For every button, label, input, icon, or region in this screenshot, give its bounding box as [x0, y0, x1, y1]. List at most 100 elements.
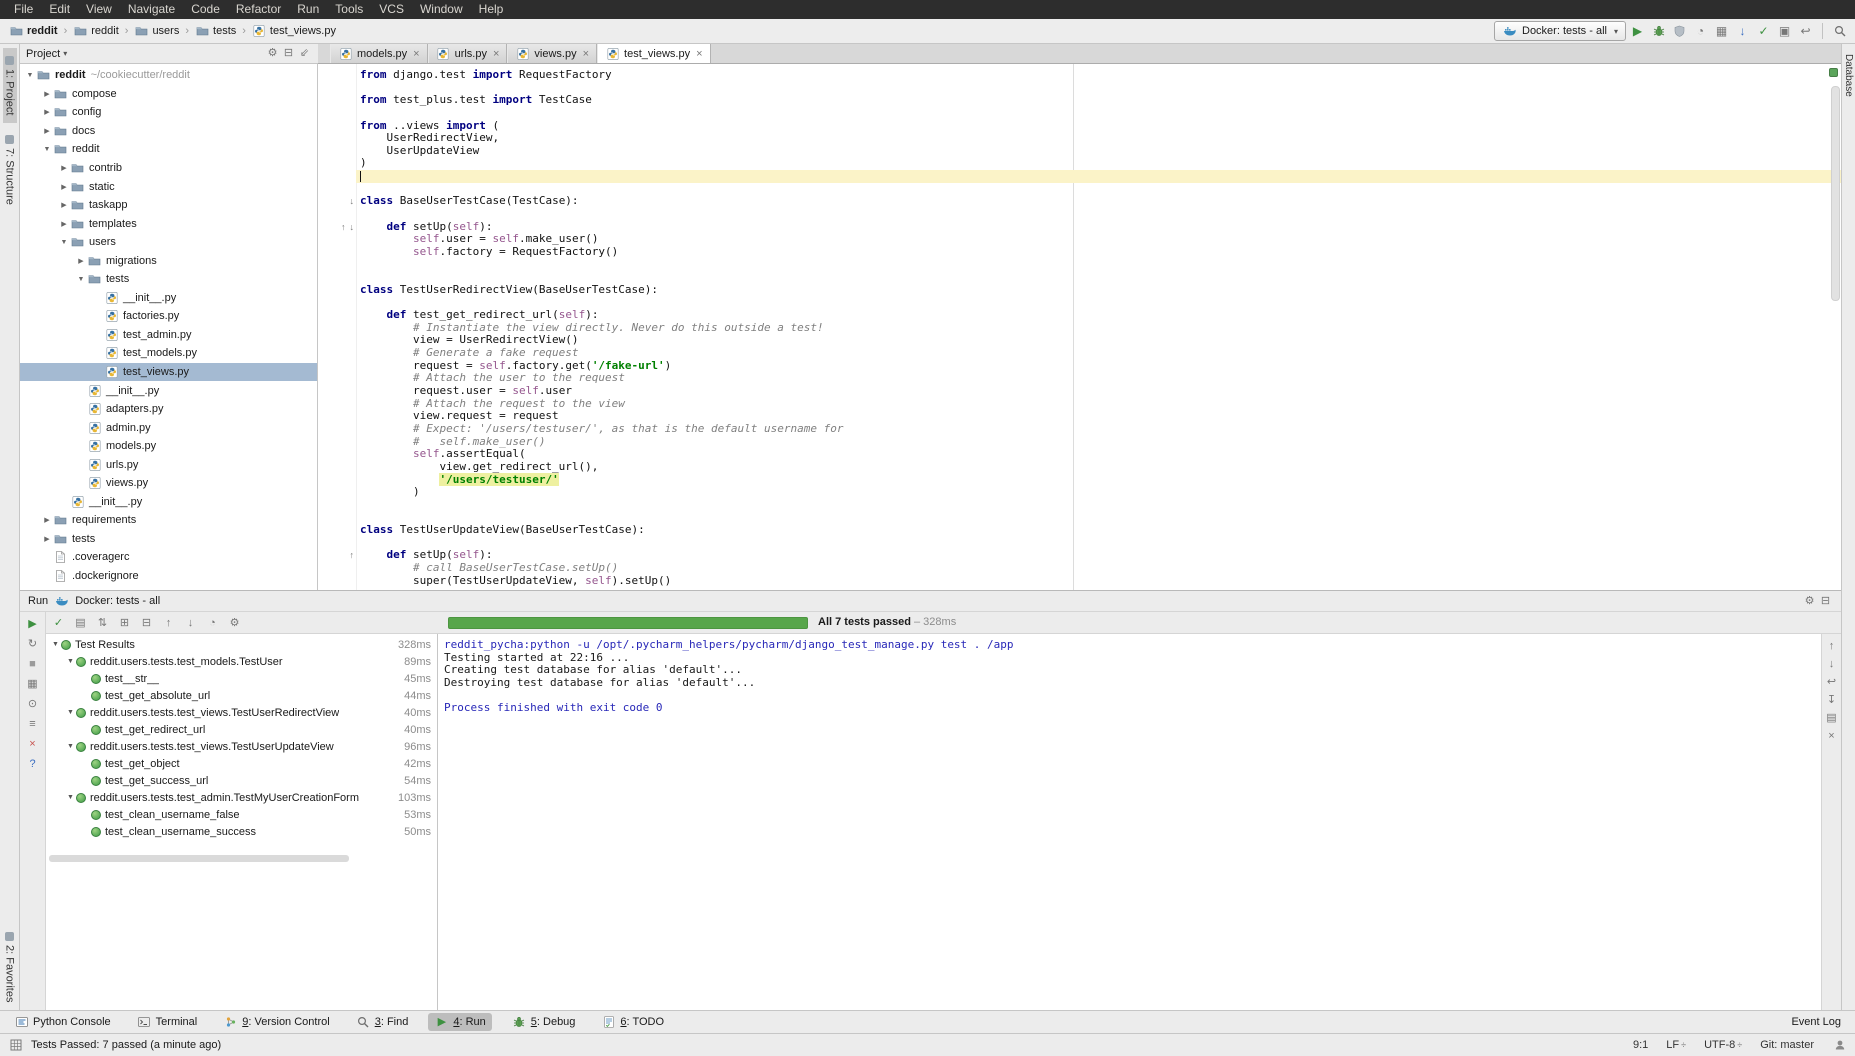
breadcrumb-item-reddit[interactable]: reddit	[70, 23, 122, 39]
hide-panel-icon[interactable]: ⊟	[1818, 594, 1833, 608]
toolwindow-button-python-console[interactable]: Python Console	[8, 1013, 117, 1031]
toolwindow-button-debug[interactable]: 5: Debug	[506, 1013, 582, 1031]
profile-button[interactable]: ◔	[1691, 22, 1710, 40]
code-line-34[interactable]: )	[318, 486, 1841, 499]
test-tree-item-TestResults[interactable]: ▼Test Results328ms	[46, 636, 437, 653]
tree-expanded-arrow[interactable]: ▼	[24, 72, 36, 79]
editor-tab-models.py[interactable]: models.py×	[330, 44, 428, 63]
project-tree-item-reddit[interactable]: ▼reddit~/cookiecutter/reddit	[20, 66, 317, 85]
project-tree-item-factories.py[interactable]: factories.py	[20, 307, 317, 326]
test-history-icon[interactable]: ◔	[202, 614, 223, 632]
tree-expanded-arrow[interactable]: ▼	[50, 641, 61, 648]
editor-tab-test_views.py[interactable]: test_views.py×	[597, 44, 710, 63]
tree-expanded-arrow[interactable]: ▼	[65, 794, 76, 801]
test-tree-item-test__str__[interactable]: test__str__45ms	[46, 670, 437, 687]
menu-window[interactable]: Window	[412, 0, 471, 19]
print-icon[interactable]: ▤	[1823, 710, 1840, 726]
test-tree-item-test_clean_username_false[interactable]: test_clean_username_false53ms	[46, 806, 437, 823]
code-line-4[interactable]	[318, 107, 1841, 120]
tab-close-icon[interactable]: ×	[696, 48, 702, 60]
menu-run[interactable]: Run	[289, 0, 327, 19]
toolwindow-stripe-favorites[interactable]: 2: Favorites	[3, 924, 17, 1010]
tab-close-icon[interactable]: ×	[493, 48, 499, 60]
test-tree-item-reddit.users.tests.test_admin.TestMyUserCreationForm[interactable]: ▼reddit.users.tests.test_admin.TestMyUse…	[46, 789, 437, 806]
tree-collapsed-arrow[interactable]: ▶	[41, 108, 53, 116]
rerun-tests-icon[interactable]: ▶	[23, 615, 43, 634]
project-tree-item-docs[interactable]: ▶docs	[20, 122, 317, 141]
run-console[interactable]: reddit_pycha:python -u /opt/.pycharm_hel…	[438, 634, 1821, 1010]
rerun-failed-tests-icon[interactable]: ↻	[23, 635, 43, 654]
code-line-8[interactable]: )	[318, 157, 1841, 170]
menu-navigate[interactable]: Navigate	[120, 0, 183, 19]
toolwindow-stripe-structure[interactable]: 7: Structure	[3, 127, 17, 213]
scroll-up-icon[interactable]: ↑	[1823, 638, 1840, 654]
project-tree-item-__init__.py[interactable]: __init__.py	[20, 289, 317, 308]
overrides-marker-icon[interactable]: ↑	[341, 222, 346, 232]
tree-expanded-arrow[interactable]: ▼	[65, 709, 76, 716]
tree-expanded-arrow[interactable]: ▼	[65, 658, 76, 665]
scroll-to-trace-icon[interactable]: ≡	[23, 715, 43, 734]
restore-layout-icon[interactable]: ▦	[23, 675, 43, 694]
code-line-1[interactable]: from django.test import RequestFactory	[318, 69, 1841, 82]
tree-horizontal-scrollbar[interactable]	[49, 855, 349, 862]
tab-close-icon[interactable]: ×	[413, 48, 419, 60]
settings-gear-icon[interactable]: ⚙	[1802, 594, 1817, 608]
project-tree-item-static[interactable]: ▶static	[20, 177, 317, 196]
code-line-41[interactable]: super(TestUserUpdateView, self).setUp()	[318, 575, 1841, 588]
tree-collapsed-arrow[interactable]: ▶	[75, 257, 87, 265]
test-tree-item-reddit.users.tests.test_views.TestUserRedirectView[interactable]: ▼reddit.users.tests.test_views.TestUserR…	[46, 704, 437, 721]
encoding-widget[interactable]: UTF-8	[1704, 1039, 1742, 1051]
vcs-commit-button[interactable]: ✓	[1754, 22, 1773, 40]
tree-expanded-arrow[interactable]: ▼	[65, 743, 76, 750]
project-panel-title[interactable]: Project	[26, 48, 60, 60]
code-line-38[interactable]	[318, 537, 1841, 550]
scroll-to-end-icon[interactable]: ↧	[1823, 692, 1840, 708]
test-tree-item-test_get_absolute_url[interactable]: test_get_absolute_url44ms	[46, 687, 437, 704]
test-tree-item-test_get_object[interactable]: test_get_object42ms	[46, 755, 437, 772]
tree-collapsed-arrow[interactable]: ▶	[41, 90, 53, 98]
code-line-6[interactable]: UserRedirectView,	[318, 132, 1841, 145]
tree-expanded-arrow[interactable]: ▼	[75, 276, 87, 283]
project-tree-item-test_models.py[interactable]: test_models.py	[20, 344, 317, 363]
project-tree-item-__init__.py[interactable]: __init__.py	[20, 381, 317, 400]
menu-refactor[interactable]: Refactor	[228, 0, 289, 19]
toolwindow-button-todo[interactable]: 6: TODO	[595, 1013, 670, 1031]
code-line-37[interactable]: class TestUserUpdateView(BaseUserTestCas…	[318, 524, 1841, 537]
tree-collapsed-arrow[interactable]: ▶	[58, 201, 70, 209]
code-line-32[interactable]: view.get_redirect_url(),	[318, 461, 1841, 474]
test-settings-icon[interactable]: ⚙	[224, 614, 245, 632]
project-tree-item-reddit[interactable]: ▼reddit	[20, 140, 317, 159]
test-tree-item-test_get_redirect_url[interactable]: test_get_redirect_url40ms	[46, 721, 437, 738]
vcs-update-button[interactable]: ↓	[1733, 22, 1752, 40]
test-tree-item-reddit.users.tests.test_models.TestUser[interactable]: ▼reddit.users.tests.test_models.TestUser…	[46, 653, 437, 670]
collapse-all-icon[interactable]: ⊟	[281, 47, 296, 61]
help-icon[interactable]: ?	[23, 755, 43, 774]
project-tree-item-__init__.py[interactable]: __init__.py	[20, 493, 317, 512]
tree-collapsed-arrow[interactable]: ▶	[41, 535, 53, 543]
expand-all-icon[interactable]: ⊞	[114, 614, 135, 632]
search-everywhere-icon[interactable]	[1830, 22, 1849, 40]
overridden-marker-icon[interactable]: ↓	[350, 196, 355, 206]
toolwindow-button-event-log[interactable]: Event Log	[1785, 1014, 1847, 1030]
project-tree-item-templates[interactable]: ▶templates	[20, 214, 317, 233]
pin-tab-icon[interactable]: ⊙	[23, 695, 43, 714]
code-line-16[interactable]	[318, 259, 1841, 272]
tree-expanded-arrow[interactable]: ▼	[41, 146, 53, 153]
project-tree-item-tests[interactable]: ▶tests	[20, 530, 317, 549]
editor-tab-urls.py[interactable]: urls.py×	[428, 44, 508, 63]
code-line-29[interactable]: # Expect: '/users/testuser/', as that is…	[318, 423, 1841, 436]
git-branch-widget[interactable]: Git: master	[1760, 1039, 1814, 1051]
code-line-30[interactable]: # self.make_user()	[318, 436, 1841, 449]
tree-collapsed-arrow[interactable]: ▶	[58, 164, 70, 172]
project-tree-item-.coveragerc[interactable]: .coveragerc	[20, 548, 317, 567]
sort-alphabetically-icon[interactable]: ⇅	[92, 614, 113, 632]
stop-icon[interactable]: ■	[23, 655, 43, 674]
project-tree-item-config[interactable]: ▶config	[20, 103, 317, 122]
test-tree-item-test_clean_username_success[interactable]: test_clean_username_success50ms	[46, 823, 437, 840]
settings-gear-icon[interactable]: ⚙	[265, 47, 280, 61]
breadcrumb-item-users[interactable]: users	[131, 23, 182, 39]
code-line-11[interactable]: ↓class BaseUserTestCase(TestCase):	[318, 195, 1841, 208]
project-tree-item-migrations[interactable]: ▶migrations	[20, 251, 317, 270]
recent-changes-button[interactable]: ↩	[1796, 22, 1815, 40]
project-tree-item-requirements[interactable]: ▶requirements	[20, 511, 317, 530]
